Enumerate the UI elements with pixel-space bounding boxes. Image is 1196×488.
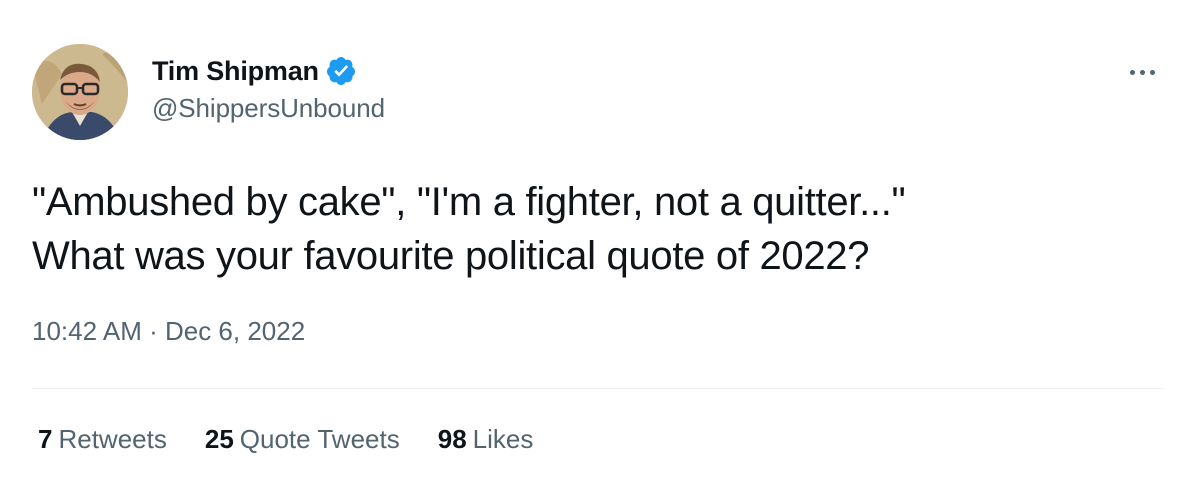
- likes-stat[interactable]: 98 Likes: [438, 424, 534, 455]
- avatar[interactable]: [32, 44, 128, 140]
- author-handle[interactable]: @ShippersUnbound: [152, 93, 385, 124]
- verified-badge-icon: [325, 55, 357, 87]
- author-name-row[interactable]: Tim Shipman: [152, 53, 357, 89]
- tweet-text: "Ambushed by cake", "I'm a fighter, not …: [32, 175, 1162, 283]
- author-display-name[interactable]: Tim Shipman: [152, 56, 319, 87]
- engagement-stats: 7 Retweets 25 Quote Tweets 98 Likes: [38, 424, 571, 455]
- retweets-stat[interactable]: 7 Retweets: [38, 424, 167, 455]
- likes-count: 98: [437, 424, 467, 454]
- meta-separator: ·: [141, 316, 165, 346]
- quote-tweets-label: Quote Tweets: [239, 424, 400, 454]
- retweets-count: 7: [38, 424, 53, 454]
- tweet-card: Tim Shipman @ShippersUnbound "Ambushed b…: [0, 0, 1196, 488]
- tweet-text-line: "Ambushed by cake", "I'm a fighter, not …: [32, 180, 906, 224]
- quote-tweets-stat[interactable]: 25 Quote Tweets: [205, 424, 400, 455]
- avatar-portrait-icon: [32, 44, 128, 140]
- quote-tweets-count: 25: [204, 424, 234, 454]
- tweet-text-line: What was your favourite political quote …: [32, 234, 870, 278]
- tweet-timestamp: 10:42 AM · Dec 6, 2022: [32, 316, 305, 347]
- divider: [32, 388, 1164, 389]
- more-horizontal-icon: [1139, 69, 1145, 75]
- tweet-time-link[interactable]: 10:42 AM: [32, 316, 142, 347]
- tweet-date-link[interactable]: Dec 6, 2022: [165, 316, 305, 347]
- more-horizontal-icon: [1129, 69, 1135, 75]
- likes-label: Likes: [472, 424, 534, 454]
- retweets-label: Retweets: [58, 424, 167, 454]
- more-options-button[interactable]: [1120, 58, 1164, 86]
- more-horizontal-icon: [1149, 69, 1155, 75]
